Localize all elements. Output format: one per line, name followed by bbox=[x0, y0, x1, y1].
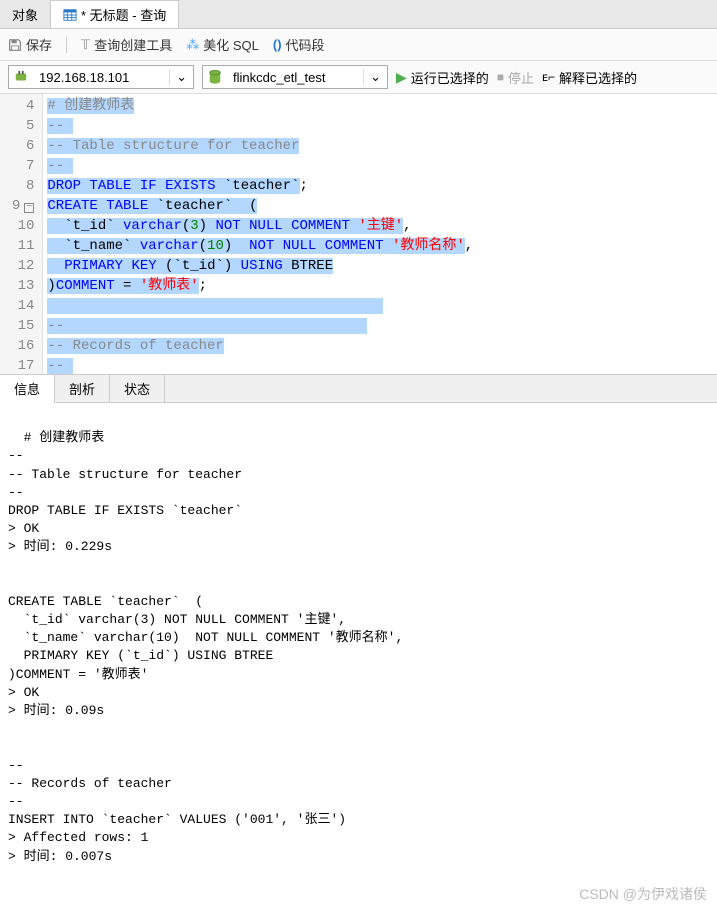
save-icon bbox=[8, 38, 22, 52]
explain-button[interactable]: ᴇ⌐ 解释已选择的 bbox=[542, 68, 637, 87]
explain-icon: ᴇ⌐ bbox=[542, 70, 555, 84]
output-tabs: 信息 剖析 状态 bbox=[0, 374, 717, 403]
database-dropdown[interactable]: flinkcdc_etl_test ⌄ bbox=[202, 65, 388, 89]
connection-bar: 192.168.18.101 ⌄ flinkcdc_etl_test ⌄ ▶ 运… bbox=[0, 61, 717, 94]
fold-toggle[interactable]: − bbox=[24, 203, 34, 213]
save-button[interactable]: 保存 bbox=[8, 35, 52, 54]
snippet-button[interactable]: () 代码段 bbox=[273, 35, 325, 54]
database-icon bbox=[207, 69, 223, 85]
plug-icon bbox=[13, 69, 29, 85]
builder-icon: 𝕋 bbox=[81, 37, 90, 53]
play-icon: ▶ bbox=[396, 69, 407, 86]
toolbar: 保存 𝕋 查询创建工具 ⁂ 美化 SQL () 代码段 bbox=[0, 29, 717, 61]
sql-editor[interactable]: 4 5 6 7 8 9− 10 11 12 13 14 15 16 17 # 创… bbox=[0, 94, 717, 374]
run-selected-button[interactable]: ▶ 运行已选择的 bbox=[396, 68, 489, 87]
table-icon bbox=[63, 8, 77, 22]
output-panel: # 创建教师表 -- -- Table structure for teache… bbox=[0, 403, 717, 910]
host-dropdown[interactable]: 192.168.18.101 ⌄ bbox=[8, 65, 194, 89]
tab-profile[interactable]: 剖析 bbox=[55, 375, 110, 402]
tab-query[interactable]: * 无标题 - 查询 bbox=[50, 0, 179, 28]
separator bbox=[66, 37, 67, 53]
stop-icon: ■ bbox=[497, 70, 504, 84]
code-area[interactable]: # 创建教师表 -- -- Table structure for teache… bbox=[43, 94, 717, 374]
watermark: CSDN @为伊戏诸侯 bbox=[579, 885, 707, 905]
chevron-down-icon: ⌄ bbox=[363, 69, 387, 85]
tab-status[interactable]: 状态 bbox=[110, 375, 165, 402]
line-gutter: 4 5 6 7 8 9− 10 11 12 13 14 15 16 17 bbox=[0, 94, 43, 374]
query-builder-button[interactable]: 𝕋 查询创建工具 bbox=[81, 35, 172, 54]
chevron-down-icon: ⌄ bbox=[169, 69, 193, 85]
tab-objects[interactable]: 对象 bbox=[0, 0, 50, 28]
editor-tabs: 对象 * 无标题 - 查询 bbox=[0, 0, 717, 29]
code-icon: () bbox=[273, 37, 282, 52]
wand-icon: ⁂ bbox=[186, 37, 199, 53]
beautify-button[interactable]: ⁂ 美化 SQL bbox=[186, 35, 259, 54]
tab-info[interactable]: 信息 bbox=[0, 375, 55, 403]
stop-button: ■ 停止 bbox=[497, 68, 534, 87]
